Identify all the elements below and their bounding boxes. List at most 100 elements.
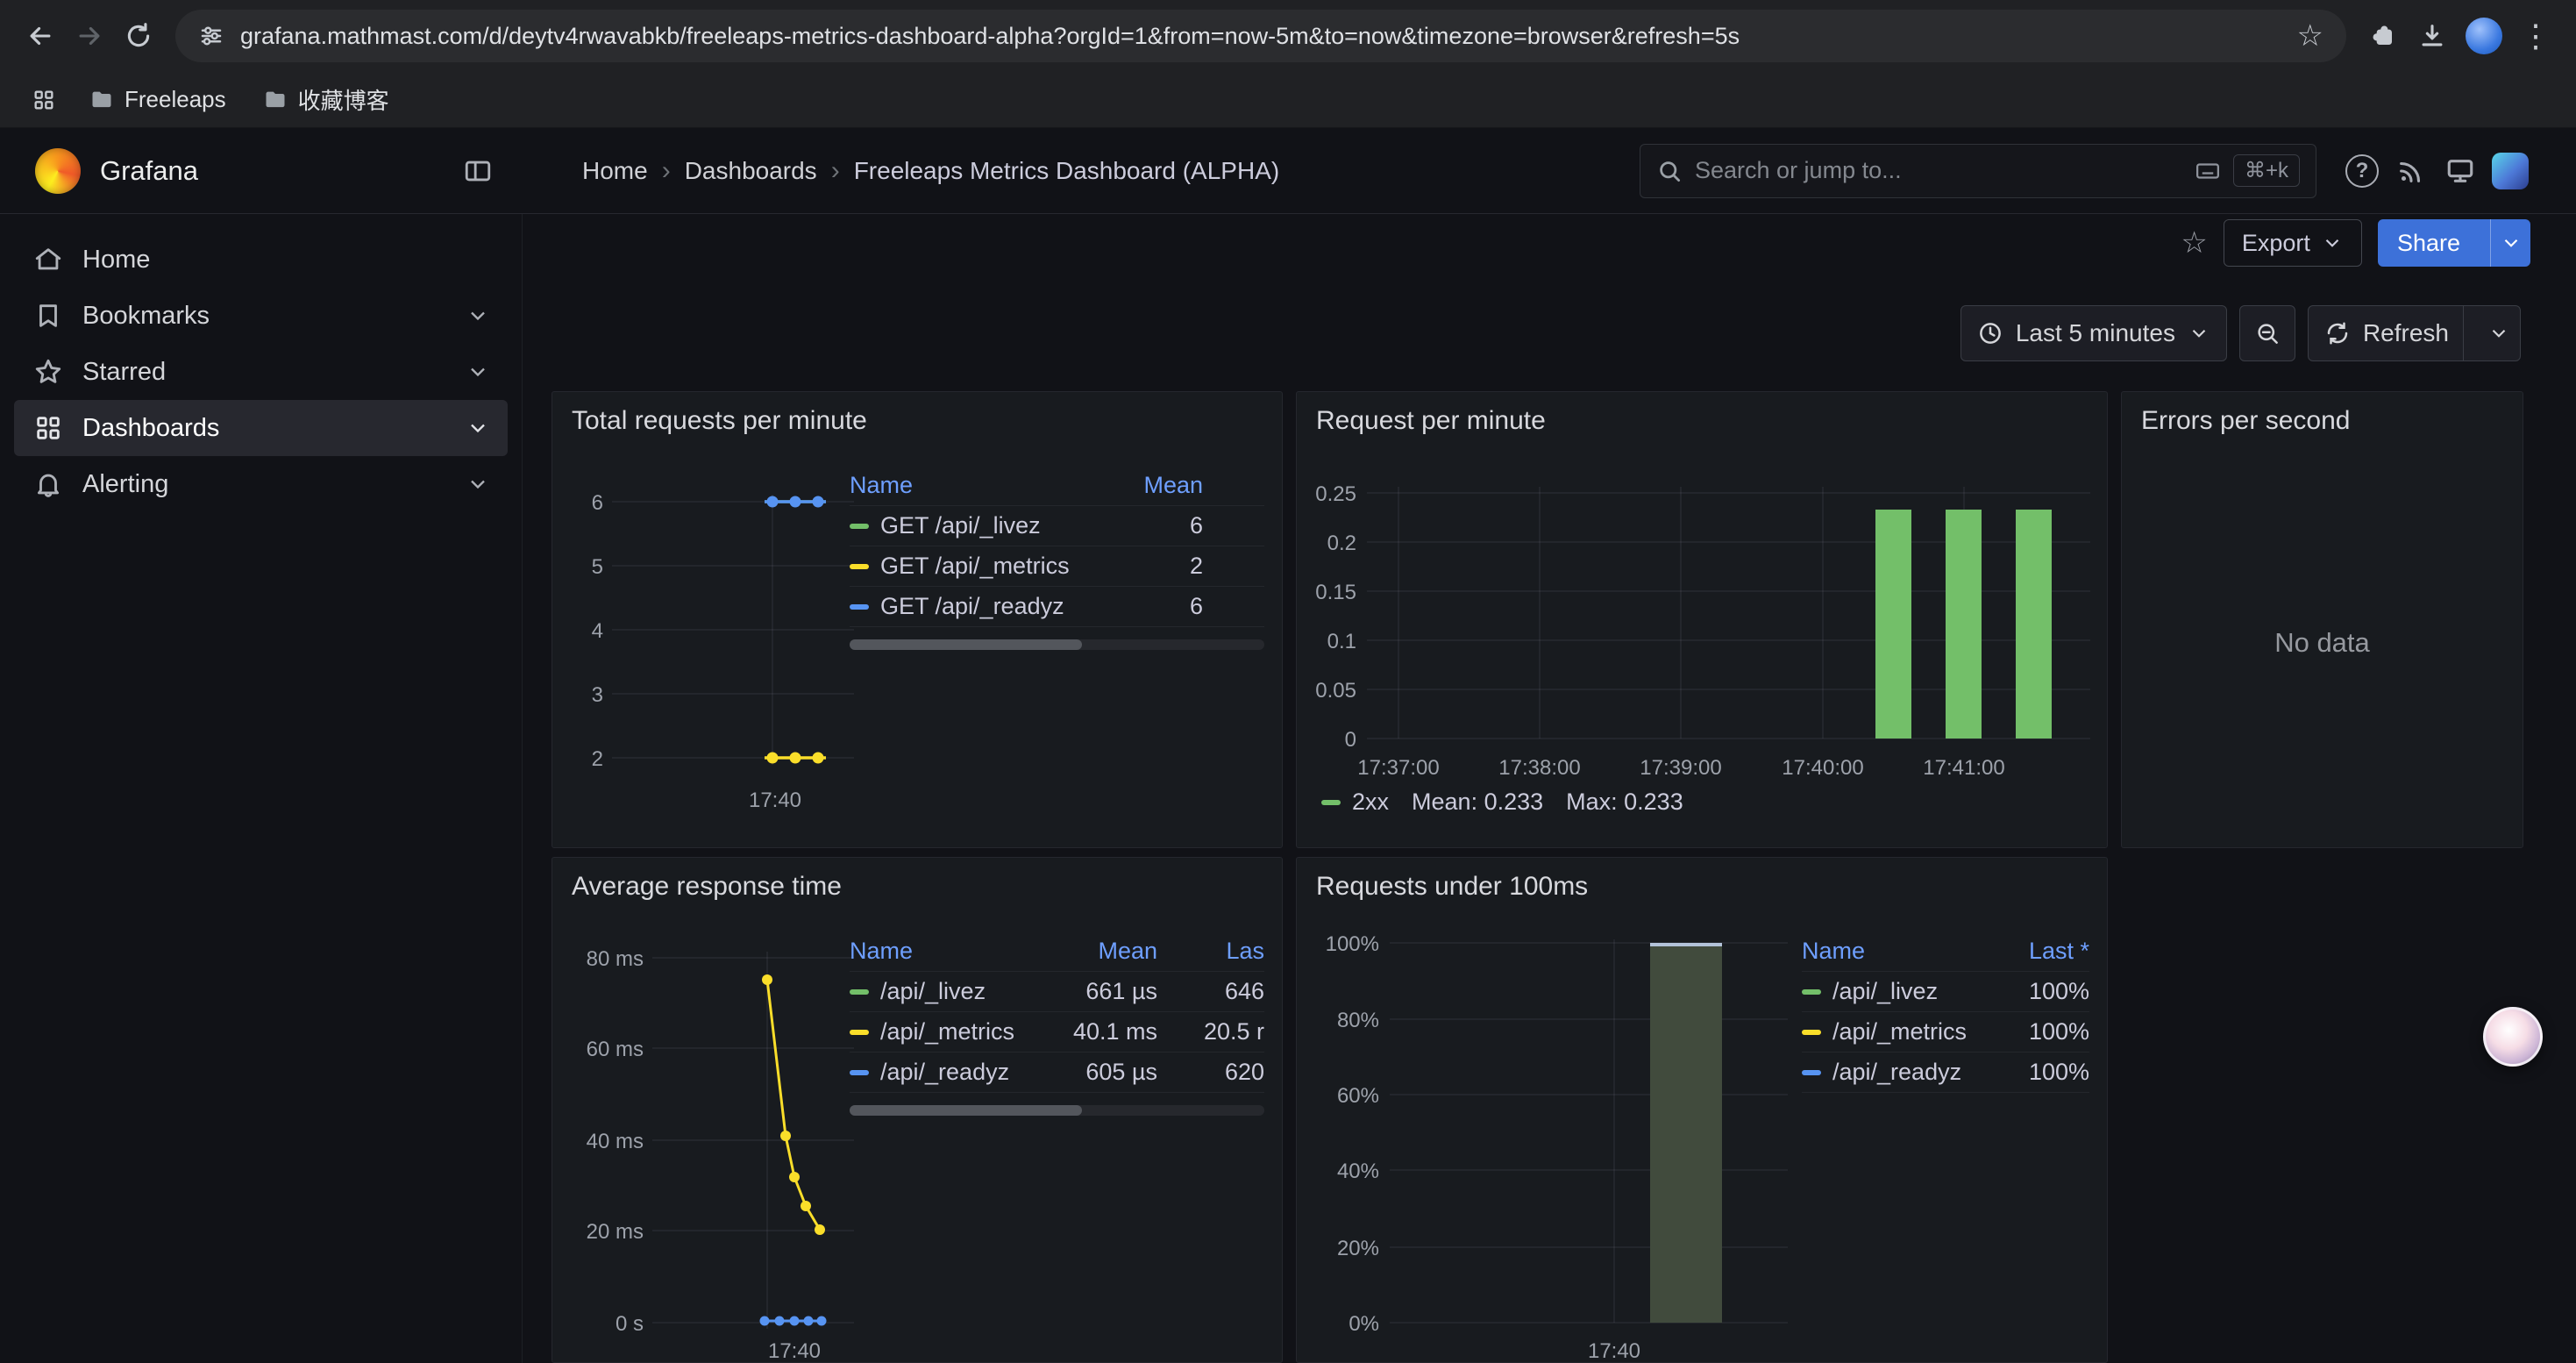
svg-text:40 ms: 40 ms bbox=[587, 1130, 644, 1153]
legend-row[interactable]: GET /api/_metrics 2 bbox=[850, 546, 1264, 587]
apps-grid-button[interactable] bbox=[23, 79, 65, 121]
legend-row[interactable]: /api/_livez 100% bbox=[1802, 972, 2089, 1012]
sidebar-item-home[interactable]: Home bbox=[14, 232, 508, 288]
svg-text:0.25: 0.25 bbox=[1315, 482, 1356, 506]
export-button[interactable]: Export bbox=[2224, 219, 2362, 267]
share-label[interactable]: Share bbox=[2378, 219, 2480, 267]
panel-title[interactable]: Total requests per minute bbox=[572, 406, 867, 436]
site-settings-icon[interactable] bbox=[198, 23, 224, 49]
svg-text:0: 0 bbox=[1345, 728, 1356, 752]
chevron-down-icon[interactable] bbox=[466, 472, 490, 496]
breadcrumb-dashboards[interactable]: Dashboards bbox=[685, 157, 817, 185]
zoom-out-button[interactable] bbox=[2239, 305, 2295, 361]
back-button[interactable] bbox=[16, 11, 65, 61]
share-menu-toggle[interactable] bbox=[2490, 219, 2530, 267]
url-text[interactable]: grafana.mathmast.com/d/deytv4rwavabkb/fr… bbox=[240, 23, 2281, 50]
svg-text:3: 3 bbox=[592, 683, 603, 707]
legend-header-mean[interactable]: Mean bbox=[1089, 472, 1203, 499]
legend-row[interactable]: /api/_metrics 100% bbox=[1802, 1012, 2089, 1053]
extensions-icon[interactable] bbox=[2359, 11, 2408, 61]
legend-row[interactable]: /api/_metrics 40.1 ms 20.5 r bbox=[850, 1012, 1264, 1053]
legend-row[interactable]: /api/_readyz 605 µs 620 bbox=[850, 1053, 1264, 1093]
arrow-left-icon bbox=[25, 21, 55, 51]
p1-legend-table: Name Mean GET /api/_livez 6 GET /api/_me… bbox=[850, 466, 1264, 627]
folder-icon bbox=[263, 88, 288, 112]
legend-horizontal-scrollbar[interactable] bbox=[850, 1105, 1264, 1116]
legend-header-name[interactable]: Name bbox=[1802, 938, 1984, 965]
brand-title: Grafana bbox=[100, 155, 198, 187]
browser-profile-avatar[interactable] bbox=[2466, 18, 2502, 54]
legend-row[interactable]: /api/_livez 661 µs 646 bbox=[850, 972, 1264, 1012]
legend-row[interactable]: GET /api/_readyz 6 bbox=[850, 587, 1264, 627]
time-range-label: Last 5 minutes bbox=[2016, 319, 2175, 347]
panel-title[interactable]: Average response time bbox=[572, 872, 842, 902]
p2-chart: 0.25 0.2 0.15 0.1 0.05 0 17:37:00 17:38:… bbox=[1306, 469, 2099, 785]
forward-button[interactable] bbox=[65, 11, 114, 61]
news-button[interactable] bbox=[2387, 146, 2436, 196]
panel-title[interactable]: Request per minute bbox=[1316, 406, 1546, 436]
legend-header-mean[interactable]: Mean bbox=[1026, 938, 1157, 965]
bookmark-star-icon[interactable]: ☆ bbox=[2297, 18, 2323, 54]
sidebar-item-bookmarks[interactable]: Bookmarks bbox=[14, 288, 508, 344]
dock-sidebar-icon bbox=[463, 156, 493, 186]
series-name: /api/_readyz bbox=[1832, 1059, 1961, 1086]
legend-row[interactable]: /api/_readyz 100% bbox=[1802, 1053, 2089, 1093]
svg-text:5: 5 bbox=[592, 555, 603, 579]
help-button[interactable]: ? bbox=[2338, 146, 2387, 196]
legend-header-name[interactable]: Name bbox=[850, 472, 1089, 499]
reload-icon bbox=[124, 21, 153, 51]
browser-menu-button[interactable]: ⋮ bbox=[2511, 11, 2560, 61]
favorite-star-icon[interactable]: ☆ bbox=[2181, 225, 2207, 260]
bookmarks-bar: Freeleaps 收藏博客 bbox=[0, 72, 2576, 128]
legend-horizontal-scrollbar[interactable] bbox=[850, 639, 1264, 650]
refresh-button[interactable]: Refresh bbox=[2308, 305, 2521, 361]
share-button[interactable]: Share bbox=[2378, 219, 2530, 267]
downloads-button[interactable] bbox=[2408, 11, 2457, 61]
mega-menu-toggle[interactable] bbox=[463, 156, 493, 186]
chevron-down-icon[interactable] bbox=[466, 416, 490, 440]
bookmark-label: 收藏博客 bbox=[298, 83, 389, 116]
export-label: Export bbox=[2242, 230, 2310, 257]
chevron-down-icon[interactable] bbox=[466, 303, 490, 328]
legend-header-name[interactable]: Name bbox=[850, 938, 1026, 965]
chevron-down-icon[interactable] bbox=[466, 360, 490, 384]
rss-icon bbox=[2396, 156, 2426, 186]
series-mean: 2 bbox=[1089, 553, 1203, 580]
refresh-interval-toggle[interactable] bbox=[2478, 322, 2520, 345]
address-bar[interactable]: grafana.mathmast.com/d/deytv4rwavabkb/fr… bbox=[175, 10, 2346, 62]
series-name: GET /api/_readyz bbox=[880, 593, 1064, 620]
bookmark-item[interactable]: 收藏博客 bbox=[251, 76, 402, 123]
bell-icon bbox=[33, 469, 63, 499]
search-input[interactable] bbox=[1695, 157, 2182, 184]
scrollbar-thumb[interactable] bbox=[850, 639, 1082, 650]
sidebar-item-label: Bookmarks bbox=[82, 302, 210, 331]
legend-row[interactable]: GET /api/_livez 6 bbox=[850, 506, 1264, 546]
series-name: /api/_readyz bbox=[880, 1059, 1009, 1086]
panel-title[interactable]: Errors per second bbox=[2141, 406, 2350, 436]
grafana-logo[interactable] bbox=[35, 148, 81, 194]
svg-text:0%: 0% bbox=[1348, 1312, 1379, 1336]
time-range-picker[interactable]: Last 5 minutes bbox=[1960, 305, 2227, 361]
legend-header-last[interactable]: Last * bbox=[1984, 938, 2089, 965]
sidebar-item-alerting[interactable]: Alerting bbox=[14, 456, 508, 512]
scrollbar-thumb[interactable] bbox=[850, 1105, 1082, 1116]
bookmark-item[interactable]: Freeleaps bbox=[77, 79, 238, 120]
series-mean: Mean: 0.233 bbox=[1412, 789, 1543, 816]
panel-title[interactable]: Requests under 100ms bbox=[1316, 872, 1588, 902]
assistant-avatar[interactable] bbox=[2483, 1007, 2543, 1067]
breadcrumb-home[interactable]: Home bbox=[582, 157, 648, 185]
svg-text:60%: 60% bbox=[1337, 1084, 1379, 1108]
sidebar-item-dashboards[interactable]: Dashboards bbox=[14, 400, 508, 456]
p2-legend: 2xx Mean: 0.233 Max: 0.233 bbox=[1321, 789, 1683, 816]
search-icon bbox=[1656, 158, 1683, 184]
series-last: 620 bbox=[1157, 1059, 1264, 1086]
legend-header-last[interactable]: Las bbox=[1157, 938, 1264, 965]
panel-total-requests: Total requests per minute 6 5 4 3 2 bbox=[551, 391, 1283, 848]
legend-series-2xx[interactable]: 2xx bbox=[1321, 789, 1389, 816]
sidebar-item-starred[interactable]: Starred bbox=[14, 344, 508, 400]
display-button[interactable] bbox=[2436, 146, 2485, 196]
search-bar[interactable]: ⌘+k bbox=[1640, 144, 2316, 198]
browser-toolbar: grafana.mathmast.com/d/deytv4rwavabkb/fr… bbox=[0, 0, 2576, 72]
reload-button[interactable] bbox=[114, 11, 163, 61]
user-avatar[interactable] bbox=[2492, 153, 2529, 189]
